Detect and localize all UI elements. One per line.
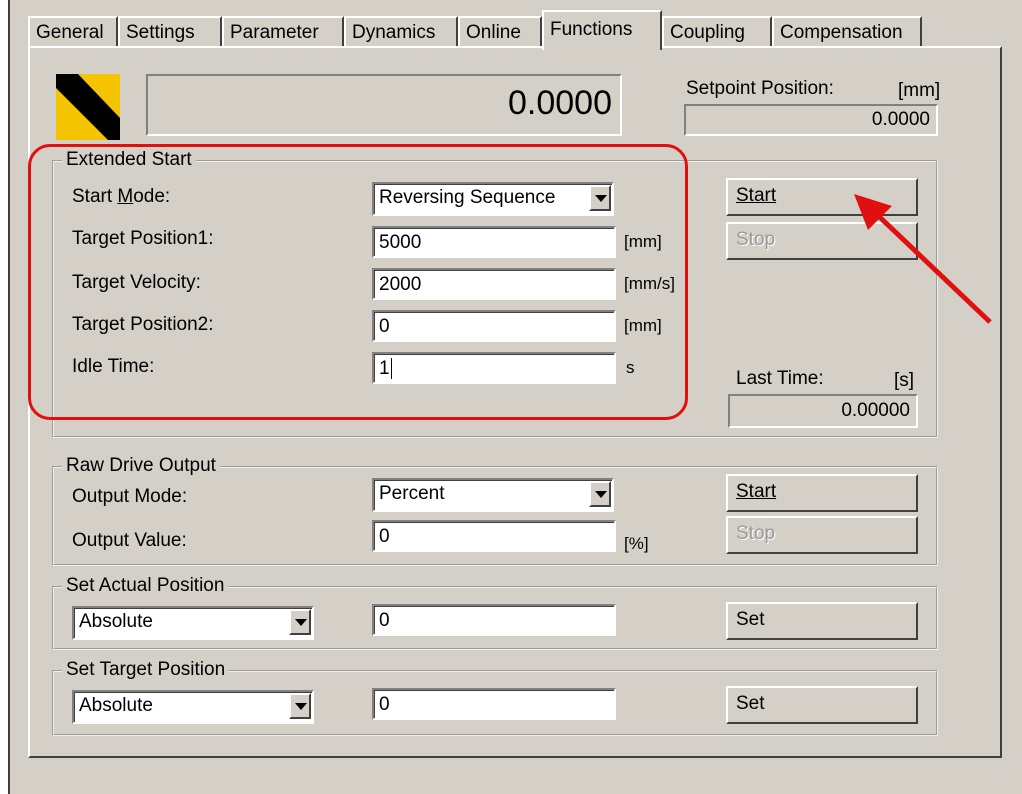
last-time-label: Last Time: [736,368,824,389]
setpoint-value: 0.0000 [871,109,930,130]
raw-output-stop-label: Stop [736,523,776,544]
set-target-position-title: Set Target Position [62,659,230,681]
set-target-position-input[interactable]: 0 [372,688,616,720]
tab-bar: General Settings Parameter Dynamics Onli… [28,10,1008,50]
tab-compensation[interactable]: Compensation [772,16,922,46]
set-target-position-mode-select[interactable]: Absolute [72,690,314,724]
tab-dynamics[interactable]: Dynamics [344,16,458,46]
output-value-input[interactable]: 0 [372,520,616,552]
actual-position-display: 0.0000 [146,74,622,136]
set-target-position-mode-value: Absolute [79,695,153,716]
setpoint-unit: [mm] [898,80,941,101]
raw-output-start-button[interactable]: Start [726,474,918,512]
set-target-position-button-label: Set [736,693,765,714]
chevron-down-icon[interactable] [589,481,611,507]
tab-general[interactable]: General [28,16,118,46]
set-actual-position-button[interactable]: Set [726,602,918,640]
output-value-label: Output Value: [72,530,187,551]
tab-parameter[interactable]: Parameter [222,16,344,46]
tab-coupling[interactable]: Coupling [662,16,772,46]
set-target-position-button[interactable]: Set [726,686,918,724]
last-time-value: 0.00000 [841,400,910,421]
raw-output-stop-button[interactable]: Stop [726,516,918,554]
raw-output-start-label: Start [736,481,777,502]
last-time-unit: [s] [894,370,915,391]
tab-online[interactable]: Online [458,16,542,46]
highlight-annotation [28,144,688,420]
output-value-value: 0 [379,526,390,547]
extended-start-button-label: Start [736,185,777,206]
warning-stripes-icon [56,74,120,140]
output-mode-select[interactable]: Percent [372,478,614,512]
set-actual-position-input[interactable]: 0 [372,604,616,636]
chevron-down-icon[interactable] [289,693,311,719]
last-time-display: 0.00000 [728,394,918,428]
actual-position-value: 0.0000 [508,84,612,122]
output-mode-label: Output Mode: [72,486,188,507]
raw-drive-output-title: Raw Drive Output [62,455,220,477]
chevron-down-icon[interactable] [289,609,311,635]
setpoint-display: 0.0000 [684,104,938,136]
set-actual-position-button-label: Set [736,609,765,630]
output-value-unit: [%] [624,534,649,553]
set-actual-position-mode-select[interactable]: Absolute [72,606,314,640]
extended-stop-button-label: Stop [736,229,776,250]
tab-functions[interactable]: Functions [542,10,662,50]
output-mode-value: Percent [379,483,445,504]
set-actual-position-title: Set Actual Position [62,575,229,597]
tab-settings[interactable]: Settings [118,16,222,46]
setpoint-label: Setpoint Position: [686,78,834,99]
set-actual-position-mode-value: Absolute [79,611,153,632]
set-actual-position-value: 0 [379,610,390,631]
set-target-position-value: 0 [379,694,390,715]
arrow-annotation-icon [854,194,992,324]
